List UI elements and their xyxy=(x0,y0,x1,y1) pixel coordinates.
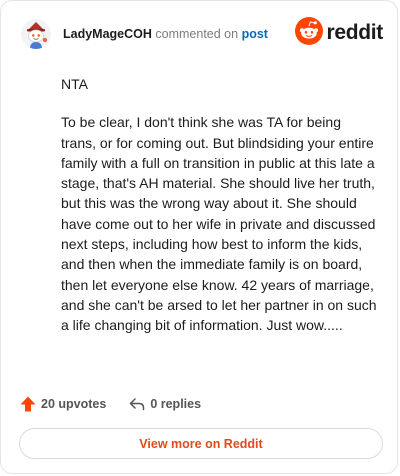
reply-button[interactable]: 0 replies xyxy=(128,395,201,413)
reddit-wordmark: reddit xyxy=(326,21,383,44)
comment-embed-card: LadyMageCOH commented on post reddit NTA… xyxy=(0,0,398,474)
comment-actions: 20 upvotes 0 replies xyxy=(19,393,201,415)
reddit-logo[interactable]: reddit xyxy=(295,16,383,50)
comment-body: NTA To be clear, I don't think she was T… xyxy=(61,74,379,354)
commented-on-label: commented on xyxy=(155,27,239,41)
reply-count: 0 replies xyxy=(150,397,202,411)
username-link[interactable]: LadyMageCOH xyxy=(63,27,152,41)
snoo-avatar-icon[interactable] xyxy=(21,19,51,49)
view-more-button[interactable]: View more on Reddit xyxy=(19,428,383,459)
comment-paragraph: To be clear, I don't think she was TA fo… xyxy=(61,114,377,334)
comment-byline: LadyMageCOH commented on post xyxy=(63,26,268,42)
upvote-arrow-icon xyxy=(19,395,37,413)
reddit-snoo-icon xyxy=(295,16,324,50)
upvote-button[interactable]: 20 upvotes xyxy=(19,395,106,413)
comment-paragraph: NTA xyxy=(61,76,88,92)
post-link[interactable]: post xyxy=(242,27,268,41)
reply-arrow-icon xyxy=(128,395,146,413)
upvote-count: 20 upvotes xyxy=(41,397,107,411)
comment-header: LadyMageCOH commented on post reddit xyxy=(21,16,383,51)
